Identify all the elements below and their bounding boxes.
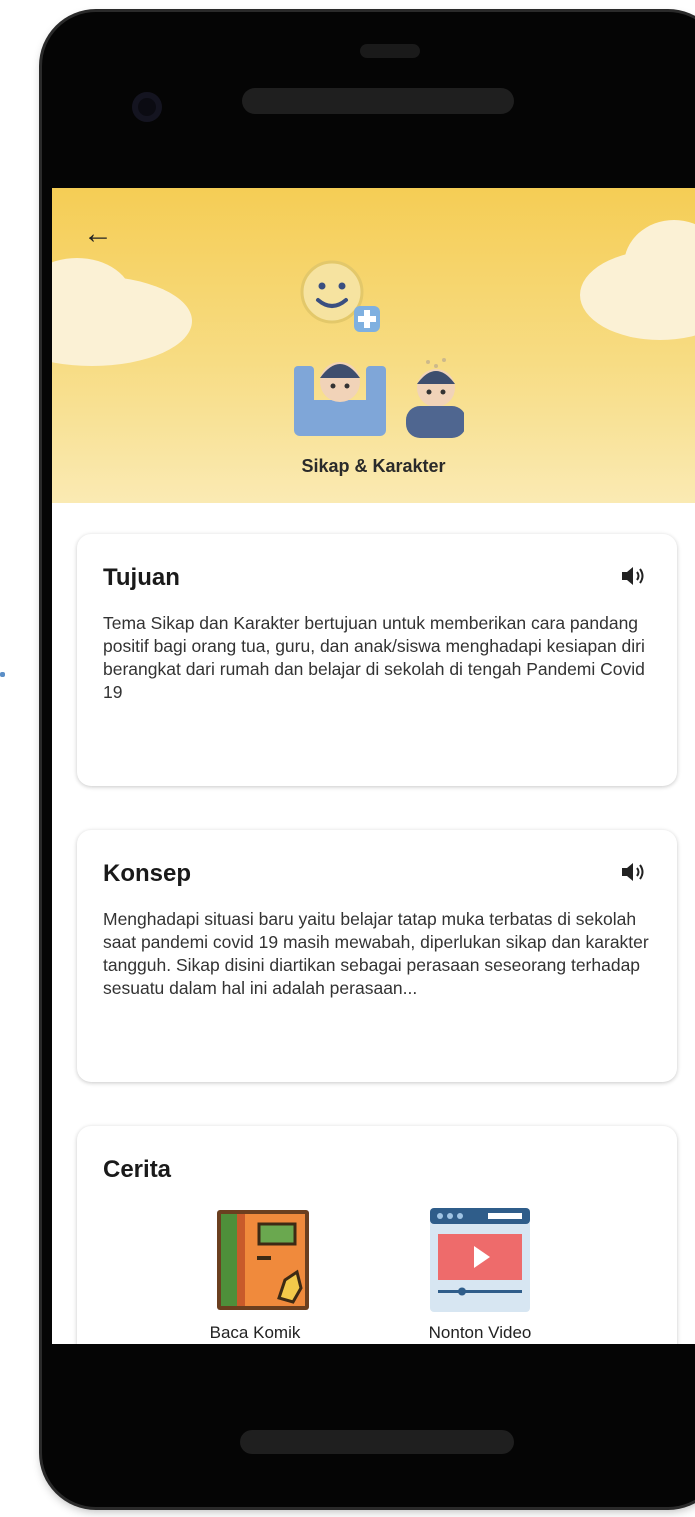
- video-player-icon: [430, 1208, 530, 1312]
- baca-komik-button[interactable]: Baca Komik: [180, 1206, 330, 1343]
- bottom-speaker-slot: [240, 1430, 514, 1454]
- tujuan-title: Tujuan: [103, 564, 180, 591]
- cerita-card: Cerita Baca Komik Nonton Video: [77, 1126, 677, 1344]
- cerita-title: Cerita: [103, 1156, 172, 1183]
- arrow-left-icon: ←: [83, 217, 113, 250]
- page-title: Sikap & Karakter: [301, 456, 446, 476]
- attitude-character-illustration: [294, 260, 464, 438]
- tujuan-card: Tujuan Tema Sikap dan Karakter bertujuan…: [77, 534, 677, 786]
- top-speaker-grille: [360, 44, 420, 58]
- konsep-text: Menghadapi situasi baru yaitu belajar ta…: [103, 909, 649, 998]
- header-banner: ← Sikap & Karakter: [52, 188, 695, 503]
- back-button[interactable]: ←: [78, 214, 118, 254]
- speaker-icon[interactable]: [619, 564, 647, 588]
- earpiece-slot: [242, 88, 514, 114]
- nonton-video-button[interactable]: Nonton Video: [405, 1206, 555, 1343]
- edge-marker: [0, 672, 5, 677]
- konsep-card: Konsep Menghadapi situasi baru yaitu bel…: [77, 830, 677, 1082]
- tujuan-text: Tema Sikap dan Karakter bertujuan untuk …: [103, 613, 645, 702]
- front-camera: [132, 92, 162, 122]
- baca-komik-label: Baca Komik: [209, 1323, 301, 1342]
- comic-book-icon: [217, 1210, 309, 1310]
- konsep-title: Konsep: [103, 860, 192, 887]
- speaker-icon[interactable]: [619, 860, 647, 884]
- nonton-video-label: Nonton Video: [428, 1323, 532, 1342]
- app-screen: ← Sikap & Karakter Tujuan Tema Sikap dan…: [52, 188, 695, 1344]
